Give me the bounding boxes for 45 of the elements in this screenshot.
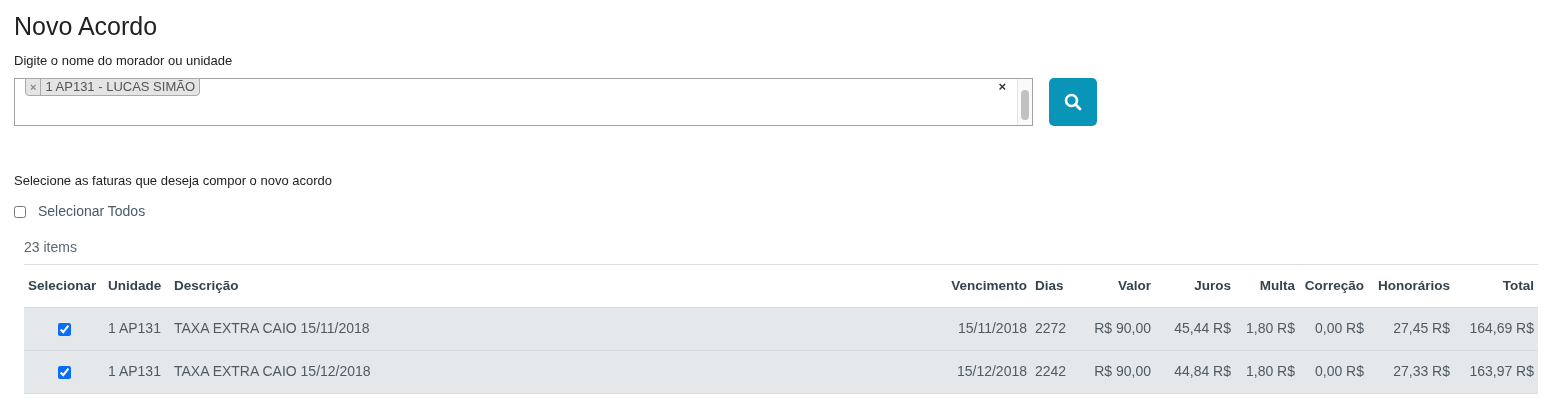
search-field[interactable]: × 1 AP131 - LUCAS SIMÃO × xyxy=(14,78,1033,126)
table-cell: 163,97 R$ xyxy=(1454,350,1538,393)
table-cell: 27,33 R$ xyxy=(1368,350,1454,393)
tag-text: 1 AP131 - LUCAS SIMÃO xyxy=(44,78,196,97)
table-cell: 1 AP131 xyxy=(104,307,170,350)
search-button[interactable] xyxy=(1049,78,1097,126)
instructions-text: Selecione as faturas que deseja compor o novo acordo xyxy=(14,173,332,188)
table-cell: 45,44 R$ xyxy=(1155,307,1235,350)
search-label: Digite o nome do morador ou unidade xyxy=(14,53,233,68)
table-cell: R$ 90,00 xyxy=(1077,307,1155,350)
column-header: Unidade xyxy=(104,265,170,307)
item-count: 23 items xyxy=(24,237,77,257)
table-cell: 2242 xyxy=(1031,350,1077,393)
row-checkbox[interactable] xyxy=(57,322,71,336)
select-all-label: Selecionar Todos xyxy=(38,202,146,221)
table-cell: 1,80 R$ xyxy=(1235,307,1299,350)
row-checkbox[interactable] xyxy=(57,365,71,379)
table-cell: 0,00 R$ xyxy=(1299,350,1368,393)
column-header: Dias xyxy=(1031,265,1077,307)
table-cell: 0,00 R$ xyxy=(1299,307,1368,350)
column-header: Vencimento xyxy=(941,265,1031,307)
table-cell: 15/12/2018 xyxy=(941,350,1031,393)
table-cell: 27,45 R$ xyxy=(1368,307,1454,350)
column-header: Juros xyxy=(1155,265,1235,307)
table-cell: TAXA EXTRA CAIO 15/12/2018 xyxy=(170,350,941,393)
table-cell: 164,69 R$ xyxy=(1454,307,1538,350)
column-header: Descrição xyxy=(170,265,941,307)
table-cell: 15/11/2018 xyxy=(941,307,1031,350)
column-header: Selecionar xyxy=(24,265,104,307)
column-header: Valor xyxy=(1077,265,1155,307)
search-icon xyxy=(1064,93,1082,111)
table-cell: R$ 90,00 xyxy=(1077,350,1155,393)
table-cell: 1 AP131 xyxy=(104,350,170,393)
column-header: Total xyxy=(1454,265,1538,307)
clear-button[interactable]: × xyxy=(998,80,1006,93)
column-header: Multa xyxy=(1235,265,1299,307)
scrollbar[interactable] xyxy=(1017,79,1032,125)
table-cell: 44,84 R$ xyxy=(1155,350,1235,393)
table-cell: 1,80 R$ xyxy=(1235,350,1299,393)
select-all-checkbox[interactable] xyxy=(14,205,26,218)
column-header: Honorários xyxy=(1368,265,1454,307)
column-header: Correção xyxy=(1299,265,1368,307)
table-cell: 2272 xyxy=(1031,307,1077,350)
table-cell: TAXA EXTRA CAIO 15/11/2018 xyxy=(170,307,941,350)
page-title: Novo Acordo xyxy=(14,11,158,42)
